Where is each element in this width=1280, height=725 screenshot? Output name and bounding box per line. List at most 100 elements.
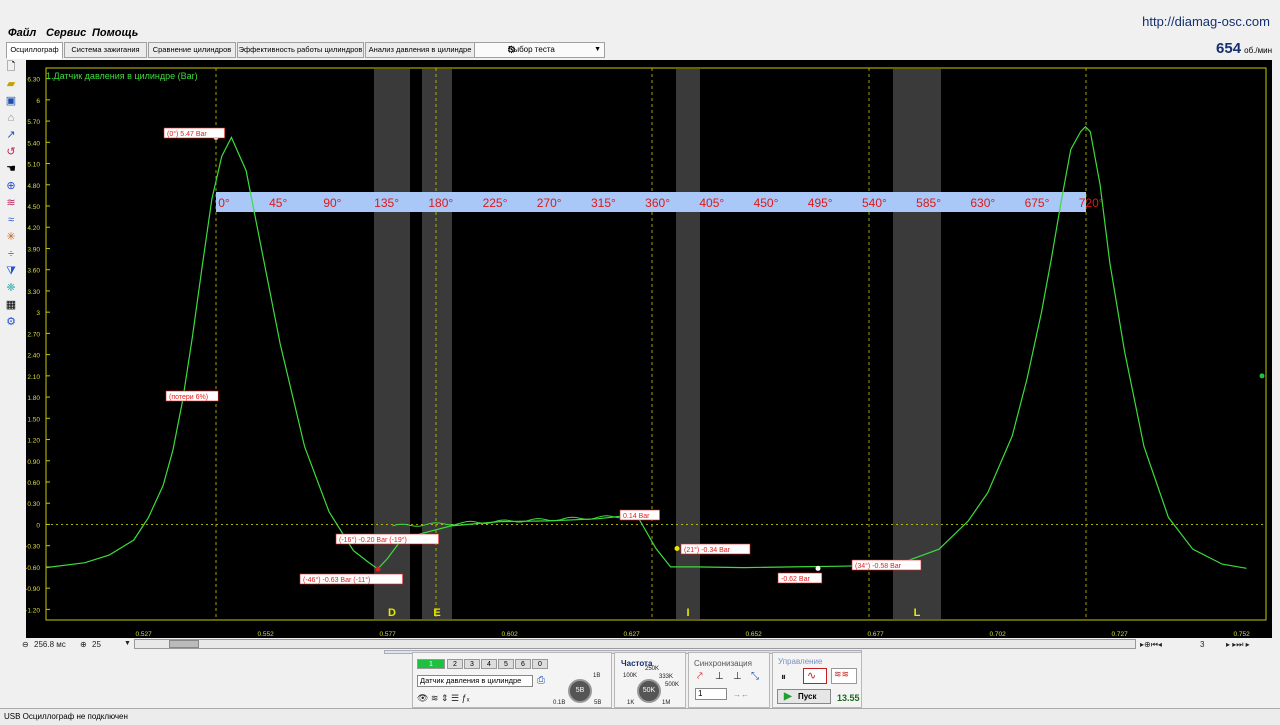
divide-icon[interactable]: ÷	[4, 247, 18, 261]
sync-auto-icon[interactable]: ⤡	[751, 671, 759, 682]
channel-2-button[interactable]: 2	[447, 659, 463, 669]
sync-edge-falling-icon[interactable]: ⊥	[715, 671, 724, 682]
scroll-thumb[interactable]	[169, 640, 199, 648]
left-toolbar: 🗋 ▰ ▣ ⌂ ↗ ↺ ☚ ⊕ ≋ ≈ ✳ ÷ ⧩ ❈ ▦ ⚙	[4, 60, 20, 332]
horizontal-scrollbar[interactable]	[134, 639, 1136, 649]
annotation-point	[674, 546, 680, 552]
layers-icon[interactable]: ❈	[4, 281, 18, 295]
y-tick-label: 2.70	[27, 331, 40, 338]
y-tick-label: 4.80	[27, 183, 40, 190]
open-folder-icon[interactable]: ▰	[4, 77, 18, 91]
y-tick-label: 3	[36, 310, 40, 317]
new-file-icon[interactable]: 🗋	[4, 60, 18, 74]
channel-4-button[interactable]: 4	[481, 659, 497, 669]
zoom-value[interactable]: 25	[92, 640, 101, 649]
sine-wave-icon: ∿	[807, 670, 817, 682]
angle-tick-label: 180°	[428, 196, 453, 210]
channel-1-button[interactable]: 1	[417, 659, 445, 669]
sensor-config-icon[interactable]: ⎙	[537, 675, 545, 686]
filter-icon[interactable]: ⧩	[4, 264, 18, 278]
rpm-unit: об./мин	[1244, 46, 1272, 55]
save-icon[interactable]: ▣	[4, 94, 18, 108]
nav-buttons-right[interactable]: ▸ ▸⏭ ▸	[1226, 640, 1250, 650]
y-tick-label: 3.30	[27, 289, 40, 296]
wave-icon[interactable]: ≋	[4, 196, 18, 210]
y-tick-label: 0.60	[27, 480, 40, 487]
angle-tick-label: 45°	[269, 196, 287, 210]
math-icon[interactable]: ✳	[4, 230, 18, 244]
menu-file[interactable]: Файл	[8, 27, 36, 39]
channel-6-button[interactable]: 6	[515, 659, 531, 669]
zone-band	[676, 69, 700, 619]
plot-frame	[45, 67, 1267, 621]
channel-tools-icons[interactable]: 👁 ≋ ⇕ ☰ ƒₓ	[417, 693, 470, 704]
tab-oscilloscope[interactable]: Осциллограф	[6, 42, 63, 59]
x-axis: 0.527 0.552 0.577 0.602 0.627 0.652 0.677 0.702…	[26, 628, 1272, 638]
y-tick-label: 0.30	[27, 501, 40, 508]
pause-icon[interactable]: ⏸	[781, 672, 786, 683]
channel-0-button[interactable]: 0	[532, 659, 548, 669]
menu-help[interactable]: Помощь	[92, 27, 138, 39]
voltage-max-label: 1В	[593, 673, 601, 679]
freq-label-100k: 100K	[623, 673, 638, 679]
y-tick-label: 5.70	[27, 119, 40, 126]
plot-svg[interactable]: D E I L 6.30 6 5.70 5.40 5.10 4.80 4.50 4.20 3.90 3.…	[25, 60, 1272, 638]
y-tick-label: 1.50	[27, 416, 40, 423]
control-title: Управление	[778, 657, 823, 666]
test-select[interactable]: ⚙ Выбор теста ▼	[474, 42, 605, 58]
hand-pan-icon[interactable]: ☚	[4, 162, 18, 176]
y-tick-label: -0.30	[26, 544, 40, 551]
sync-level-icon[interactable]: ⊥	[733, 671, 742, 682]
sensor-select[interactable]: Датчик давления в цилиндре	[417, 675, 533, 687]
channel-panel: 1 2 3 4 5 6 0 Датчик давления в цилиндре…	[412, 652, 612, 708]
annotation-label: 0.14 Bar	[623, 513, 650, 520]
sync-arrows-icon[interactable]: →←	[733, 690, 749, 699]
angle-tick-label: 405°	[699, 196, 724, 210]
y-tick-label: 6.30	[27, 77, 40, 84]
menu-bar: Файл Сервис Помощь	[0, 26, 1280, 42]
status-text: USB Осциллограф не подключен	[4, 712, 128, 721]
channel-3-button[interactable]: 3	[464, 659, 480, 669]
tab-cylinder-compare[interactable]: Сравнение цилиндров	[148, 42, 236, 58]
nav-buttons-left[interactable]: ▸⊕⏮◂	[1140, 640, 1162, 650]
start-button[interactable]: ▶ Пуск	[777, 689, 831, 704]
y-tick-label: 3.90	[27, 246, 40, 253]
voltage-knob[interactable]: 5В	[568, 679, 592, 703]
y-tick-label: 2.10	[27, 374, 40, 381]
table-icon[interactable]: ▦	[4, 298, 18, 312]
oscilloscope-chart[interactable]: D E I L 6.30 6 5.70 5.40 5.10 4.80 4.50 4.20 3.90 3.…	[25, 60, 1272, 638]
y-tick-label: 5.10	[27, 162, 40, 169]
counter-value: 13.55	[837, 693, 860, 703]
sync-channel-select[interactable]: 1	[695, 688, 727, 700]
channel-5-button[interactable]: 5	[498, 659, 514, 669]
x-tick-label: 0.727	[1111, 631, 1128, 638]
y-tick-label: 2.40	[27, 353, 40, 360]
sync-edge-rising-icon[interactable]: ⤤	[697, 671, 703, 682]
trigger-icon[interactable]: ⌂	[4, 111, 18, 125]
site-url[interactable]: http://diamag-osc.com	[1142, 14, 1270, 29]
wave-compare-icon[interactable]: ≈	[4, 213, 18, 227]
x-tick-label: 0.702	[989, 631, 1006, 638]
annotation-label: (-16°) -0.20 Bar (-19°)	[339, 536, 407, 544]
settings-icon[interactable]: ⚙	[4, 315, 18, 329]
continuous-mode-button[interactable]: ≋≋	[831, 668, 857, 684]
zone-label: E	[433, 607, 440, 619]
freq-label-333k: 333K	[659, 674, 674, 680]
zoom-dropdown-icon[interactable]: ▼	[124, 640, 131, 647]
frequency-knob[interactable]: 50K	[637, 679, 661, 703]
tab-ignition[interactable]: Система зажигания	[64, 42, 147, 58]
angle-tick-label: 675°	[1025, 196, 1050, 210]
zoom-icon[interactable]: ⊕	[4, 179, 18, 193]
loop-icon[interactable]: ↺	[4, 145, 18, 159]
timebase-value[interactable]: 256.8 мс	[34, 640, 66, 649]
annotation-label: (34°) -0.58 Bar	[855, 562, 902, 570]
x-tick-label: 0.577	[379, 631, 396, 638]
single-mode-button[interactable]: ∿	[803, 668, 827, 684]
menu-service[interactable]: Сервис	[46, 27, 86, 39]
zoom-in-icon[interactable]: ⊕	[80, 640, 87, 649]
tab-pressure-analysis[interactable]: Анализ давления в цилиндре	[365, 42, 475, 58]
timebase-icon[interactable]: ⊖	[22, 640, 29, 649]
tab-cylinder-efficiency[interactable]: Эффективность работы цилиндров	[237, 42, 364, 58]
play-icon: ▶	[784, 691, 792, 702]
cursor-measure-icon[interactable]: ↗	[4, 128, 18, 142]
